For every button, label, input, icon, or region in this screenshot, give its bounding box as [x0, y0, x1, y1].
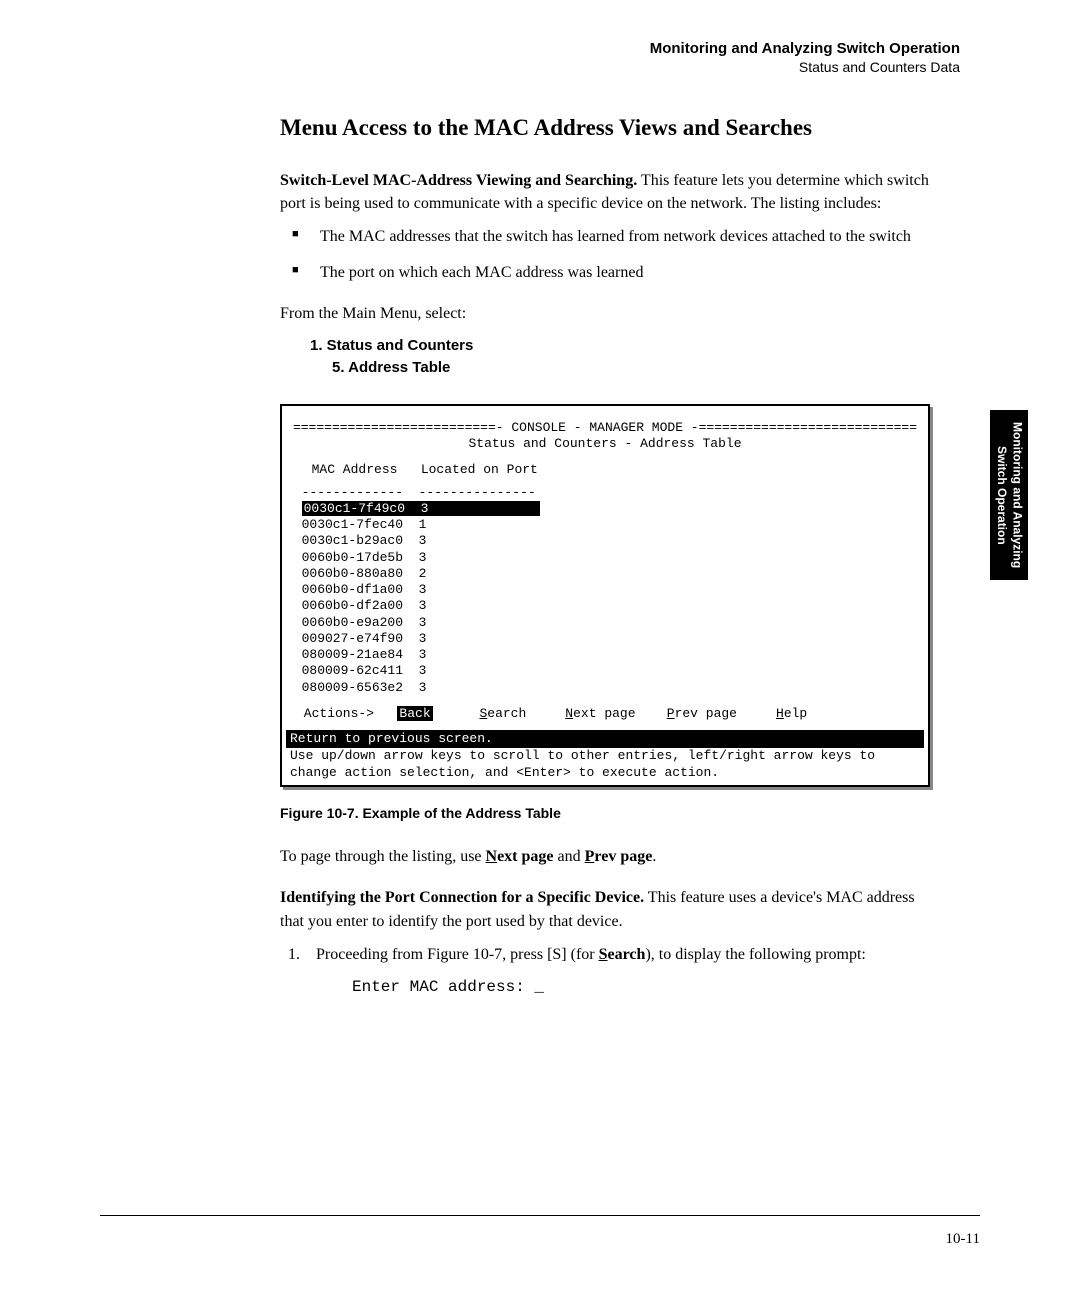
numbered-list: 1. Proceeding from Figure 10-7, press [S…: [280, 943, 930, 999]
table-row: 0030c1-b29ac0 3: [286, 533, 924, 549]
console-footer-bar: Return to previous screen.: [286, 730, 924, 748]
console-rows: 0030c1-7f49c0 3 0030c1-7fec40 1 0030c1-b…: [286, 501, 924, 696]
header-subtitle: Status and Counters Data: [100, 59, 960, 75]
table-row: 0060b0-e9a200 3: [286, 615, 924, 631]
side-tab: Monitoring and Analyzing Switch Operatio…: [990, 410, 1028, 580]
bullet-item: The port on which each MAC address was l…: [280, 261, 930, 284]
identify-lead: Identifying the Port Connection for a Sp…: [280, 889, 644, 906]
header-title: Monitoring and Analyzing Switch Operatio…: [100, 40, 960, 57]
code-prompt: Enter MAC address: _: [352, 976, 930, 999]
console-actions: Actions-> Back Search Next page Prev pag…: [296, 706, 924, 722]
footer-rule: [100, 1215, 980, 1216]
step-1: 1. Proceeding from Figure 10-7, press [S…: [280, 943, 930, 999]
table-row: 0030c1-7f49c0 3: [286, 501, 924, 517]
section-heading: Menu Access to the MAC Address Views and…: [280, 115, 980, 141]
side-tab-text: Monitoring and Analyzing Switch Operatio…: [993, 422, 1024, 568]
table-row: 0030c1-7fec40 1: [286, 517, 924, 533]
table-row: 080009-21ae84 3: [286, 647, 924, 663]
table-row: 0060b0-df2a00 3: [286, 598, 924, 614]
intro-paragraph: Switch-Level MAC-Address Viewing and Sea…: [280, 169, 930, 215]
action-prev-page[interactable]: Prev page: [667, 706, 737, 721]
table-row: 0060b0-df1a00 3: [286, 582, 924, 598]
console-footer-line2: change action selection, and <Enter> to …: [286, 765, 924, 781]
table-row: 0060b0-880a80 2: [286, 566, 924, 582]
figure-caption: Figure 10-7. Example of the Address Tabl…: [280, 803, 930, 823]
table-row: 0060b0-17de5b 3: [286, 550, 924, 566]
action-search[interactable]: Search: [479, 706, 526, 721]
from-main-menu: From the Main Menu, select:: [280, 302, 930, 325]
table-row: 009027-e74f90 3: [286, 631, 924, 647]
bullet-item: The MAC addresses that the switch has le…: [280, 225, 930, 248]
console-table-header: MAC Address Located on Port: [296, 462, 924, 478]
menu-path: 1. Status and Counters 5. Address Table: [310, 335, 930, 380]
intro-lead: Switch-Level MAC-Address Viewing and Sea…: [280, 172, 637, 189]
identify-paragraph: Identifying the Port Connection for a Sp…: [280, 886, 930, 932]
table-row: 080009-6563e2 3: [286, 680, 924, 696]
console-sep: ------------- ---------------: [286, 485, 924, 501]
paging-paragraph: To page through the listing, use Next pa…: [280, 845, 930, 868]
action-back[interactable]: Back: [397, 706, 432, 721]
console-header: ==========================- CONSOLE - MA…: [286, 420, 924, 436]
bullet-list: The MAC addresses that the switch has le…: [280, 225, 930, 283]
menu-path-line2: 5. Address Table: [332, 357, 930, 380]
page-header: Monitoring and Analyzing Switch Operatio…: [100, 40, 980, 75]
page-number: 10-11: [946, 1231, 980, 1248]
action-help[interactable]: Help: [776, 706, 807, 721]
console-screenshot: ==========================- CONSOLE - MA…: [280, 404, 930, 787]
menu-path-line1: 1. Status and Counters: [310, 335, 930, 358]
action-next-page[interactable]: Next page: [565, 706, 635, 721]
content-area: Switch-Level MAC-Address Viewing and Sea…: [280, 169, 930, 999]
console-footer-line1: Use up/down arrow keys to scroll to othe…: [286, 748, 924, 764]
table-row: 080009-62c411 3: [286, 663, 924, 679]
console-subtitle: Status and Counters - Address Table: [286, 436, 924, 452]
